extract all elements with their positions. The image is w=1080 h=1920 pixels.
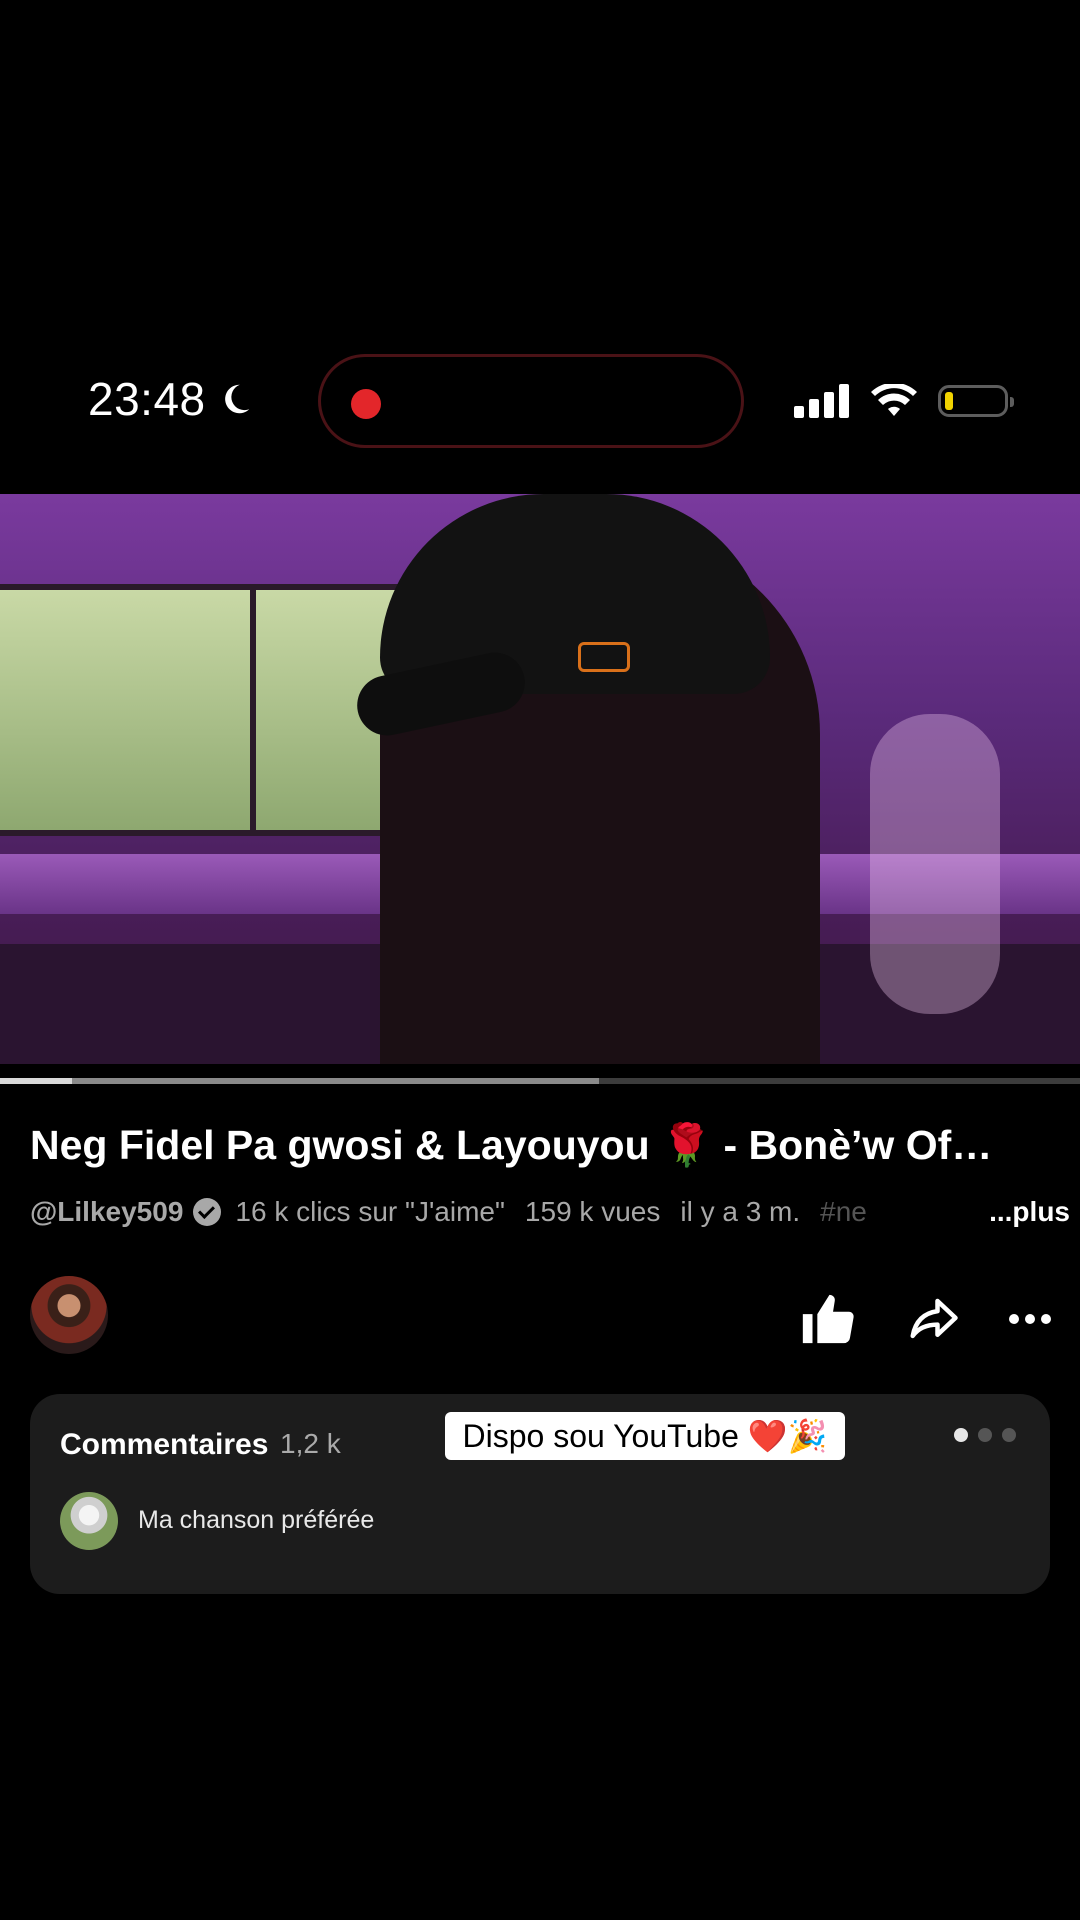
background-dancer xyxy=(870,714,1000,1014)
verified-icon xyxy=(193,1198,222,1226)
status-icons xyxy=(794,384,1014,418)
signal-icon xyxy=(794,384,849,418)
comments-label: Commentaires xyxy=(60,1428,269,1461)
commenter-avatar xyxy=(60,1492,118,1550)
share-icon[interactable] xyxy=(902,1292,964,1346)
like-count: 16 k clics sur "J'aime" xyxy=(235,1196,505,1227)
status-time: 23:48 xyxy=(88,372,254,426)
cap-logo xyxy=(578,642,630,672)
battery-level xyxy=(945,392,953,410)
thumbs-up-icon[interactable] xyxy=(796,1290,858,1348)
battery-icon xyxy=(938,385,1014,417)
video-meta[interactable]: @Lilkey509 16 k clics sur "J'aime" 159 k… xyxy=(30,1196,1070,1228)
progress-played xyxy=(0,1078,73,1084)
caption-sticker: Dispo sou YouTube ❤️🎉 xyxy=(445,1412,845,1460)
more-icon[interactable] xyxy=(1008,1309,1052,1329)
channel-handle[interactable]: @Lilkey509 xyxy=(30,1196,183,1228)
recording-dot-icon xyxy=(351,389,381,419)
moon-icon xyxy=(224,384,249,414)
carousel-dot-3 xyxy=(1002,1428,1016,1442)
upload-age: il y a 3 m. xyxy=(680,1196,801,1227)
progress-bar[interactable] xyxy=(0,1078,1080,1084)
progress-buffered xyxy=(0,1078,600,1084)
video-player[interactable] xyxy=(0,494,1080,1064)
carousel-dots xyxy=(954,1428,1016,1442)
view-count: 159 k vues xyxy=(524,1196,661,1227)
action-row xyxy=(796,1290,1052,1348)
carousel-dot-2 xyxy=(978,1428,992,1442)
window-left xyxy=(0,584,256,836)
dynamic-island[interactable] xyxy=(318,354,744,448)
clock-text: 23:48 xyxy=(88,373,206,425)
comments-card[interactable]: Commentaires 1,2 k Dispo sou YouTube ❤️🎉… xyxy=(30,1394,1050,1594)
channel-avatar[interactable] xyxy=(30,1276,108,1354)
comments-count: 1,2 k xyxy=(280,1428,341,1459)
top-comment-text: Ma chanson préférée xyxy=(138,1506,375,1534)
video-title[interactable]: Neg Fidel Pa gwosi & Layouyou 🌹 - Bonè’w… xyxy=(30,1122,1060,1170)
more-link[interactable]: ...plus xyxy=(959,1196,1070,1228)
carousel-dot-1 xyxy=(954,1428,968,1442)
hashtag[interactable]: #ne xyxy=(820,1196,867,1228)
wifi-icon xyxy=(871,384,917,416)
